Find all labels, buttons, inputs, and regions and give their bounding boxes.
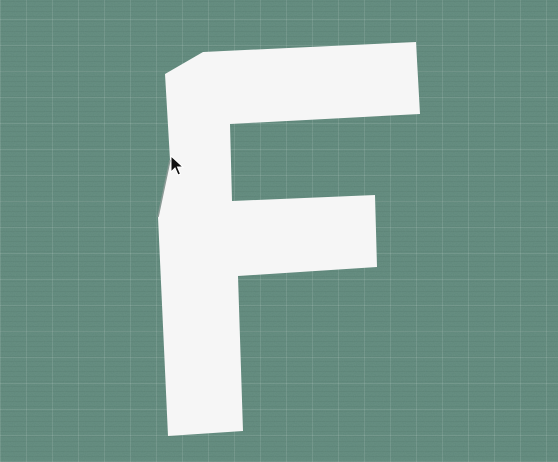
board-canvas: [0, 0, 558, 462]
game-board[interactable]: [0, 0, 558, 462]
